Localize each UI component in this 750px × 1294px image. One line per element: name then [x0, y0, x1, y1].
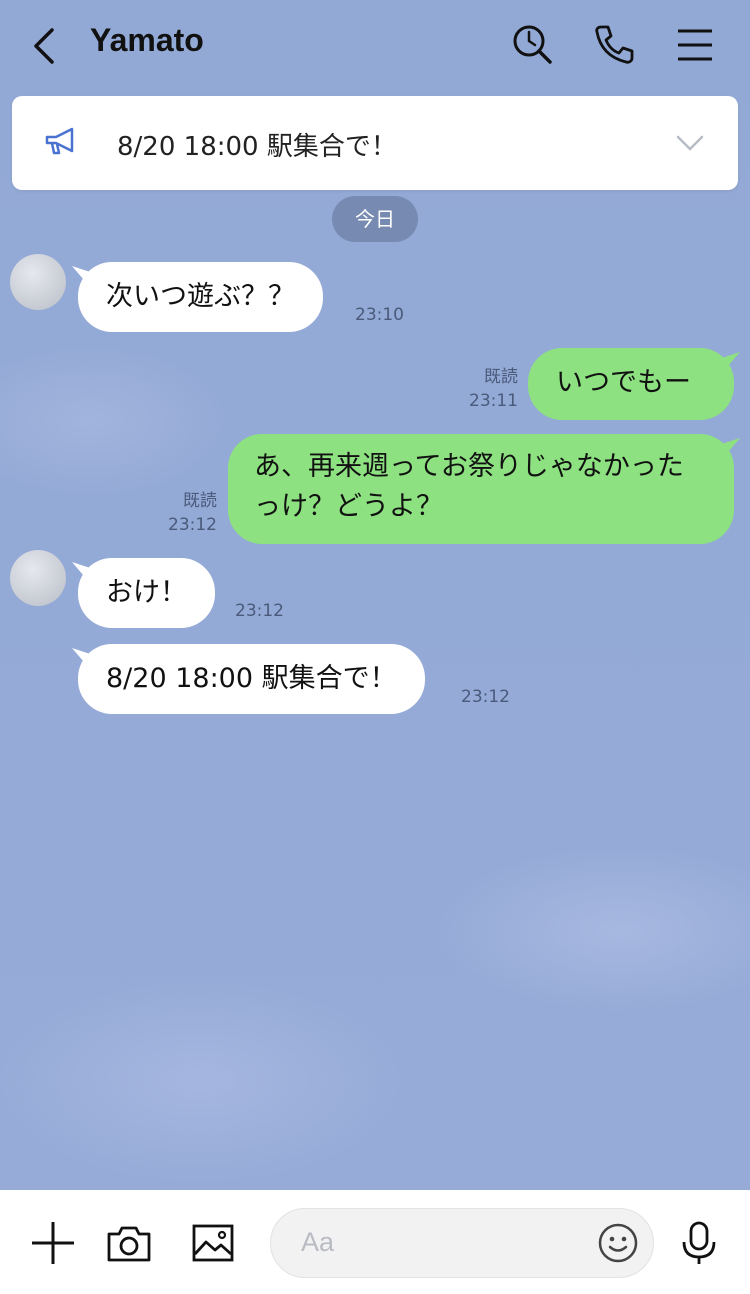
read-receipt: 既読 — [484, 367, 518, 387]
chat-title: Yamato — [90, 22, 204, 58]
announcement-text: 8/20 18:00 駅集合で！ — [117, 132, 397, 162]
date-divider: 今日 — [332, 196, 418, 242]
chat-header: Yamato — [0, 0, 750, 90]
message-time: 23:12 — [461, 687, 510, 707]
composer-bar: Aa — [0, 1190, 750, 1294]
message-time: 23:12 — [168, 515, 217, 535]
chevron-down-icon[interactable] — [676, 134, 704, 152]
incoming-message[interactable]: 次いつ遊ぶ？？ — [78, 262, 323, 332]
read-receipt: 既読 — [183, 491, 217, 511]
avatar[interactable] — [10, 254, 66, 310]
message-time: 23:11 — [469, 391, 518, 411]
outgoing-message[interactable]: あ、再来週ってお祭りじゃなかったっけ？どうよ？ — [228, 434, 734, 544]
back-icon[interactable] — [28, 24, 62, 68]
plus-icon[interactable] — [30, 1220, 76, 1266]
camera-icon[interactable] — [106, 1220, 152, 1266]
incoming-message[interactable]: 8/20 18:00 駅集合で！ — [78, 644, 425, 714]
search-icon[interactable] — [510, 22, 554, 66]
outgoing-message[interactable]: いつでもー — [528, 348, 734, 420]
avatar[interactable] — [10, 550, 66, 606]
emoji-icon[interactable] — [597, 1222, 639, 1264]
image-icon[interactable] — [190, 1220, 236, 1266]
menu-icon[interactable] — [674, 22, 718, 66]
message-time: 23:10 — [355, 305, 404, 325]
announcement-banner[interactable]: 8/20 18:00 駅集合で！ — [12, 96, 738, 190]
incoming-message[interactable]: おけ！ — [78, 558, 215, 628]
input-placeholder: Aa — [301, 1227, 335, 1257]
phone-icon[interactable] — [592, 22, 636, 66]
megaphone-icon — [44, 126, 78, 158]
message-input[interactable]: Aa — [270, 1208, 654, 1278]
mic-icon[interactable] — [676, 1220, 722, 1266]
message-time: 23:12 — [235, 601, 284, 621]
